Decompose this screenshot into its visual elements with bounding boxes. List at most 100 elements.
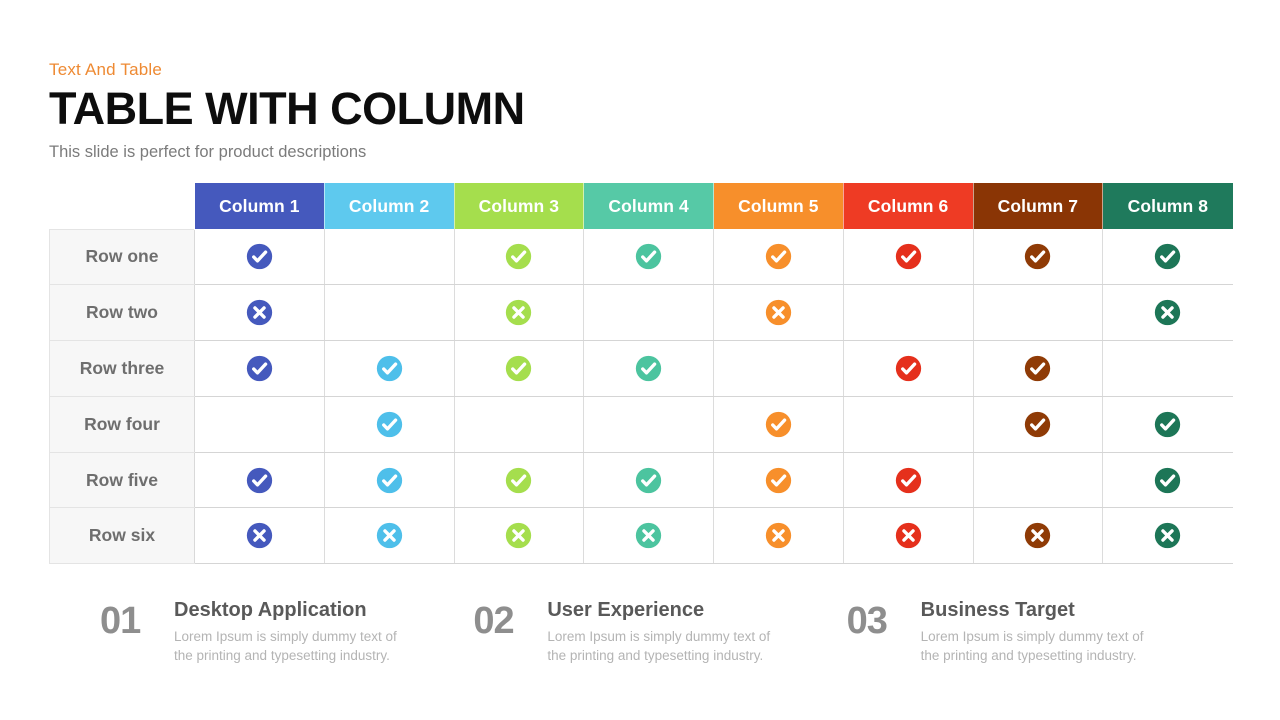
slide-eyebrow: Text And Table (49, 60, 163, 79)
table-cell-r5c6[interactable] (843, 452, 974, 509)
table-cell-r1c2[interactable] (324, 229, 455, 286)
cross-circle-icon[interactable] (505, 522, 532, 549)
check-circle-icon[interactable] (1154, 243, 1181, 270)
check-circle-icon[interactable] (635, 467, 662, 494)
cross-circle-icon[interactable] (895, 522, 922, 549)
cross-circle-icon[interactable] (1024, 522, 1051, 549)
table-cell-r5c1[interactable] (194, 452, 325, 509)
table-cell-r6c7[interactable] (973, 507, 1104, 565)
table-cell-r3c5[interactable] (713, 340, 844, 397)
table-cell-r5c5[interactable] (713, 452, 844, 509)
check-circle-icon[interactable] (376, 411, 403, 438)
table-cell-r1c4[interactable] (583, 229, 714, 286)
cross-circle-icon[interactable] (1154, 522, 1181, 549)
check-circle-icon[interactable] (895, 467, 922, 494)
feature-body-2: Lorem Ipsum is simply dummy text of the … (547, 629, 771, 663)
check-circle-icon[interactable] (1154, 411, 1181, 438)
check-circle-icon[interactable] (246, 243, 273, 270)
table-cell-r2c6[interactable] (843, 284, 974, 342)
table-cell-r1c6[interactable] (843, 229, 974, 286)
check-circle-icon[interactable] (505, 467, 532, 494)
check-circle-icon[interactable] (765, 467, 792, 494)
table-cell-r6c2[interactable] (324, 507, 455, 565)
column-header-5[interactable]: Column 5 (713, 183, 844, 229)
cross-circle-icon[interactable] (765, 299, 792, 326)
column-header-4[interactable]: Column 4 (583, 183, 714, 229)
table-header: Column 1 Column 2 Column 3 Column 4 Column 5… (49, 183, 1233, 229)
table-cell-r4c6[interactable] (843, 396, 974, 453)
column-header-1[interactable]: Column 1 (194, 183, 325, 229)
table-cell-r5c3[interactable] (454, 452, 585, 509)
table-cell-r2c7[interactable] (973, 284, 1104, 342)
table-cell-r3c1[interactable] (194, 340, 325, 397)
check-circle-icon[interactable] (895, 243, 922, 270)
check-circle-icon[interactable] (765, 243, 792, 270)
table-cell-r3c4[interactable] (583, 340, 714, 397)
cross-circle-icon[interactable] (246, 522, 273, 549)
cross-circle-icon[interactable] (246, 299, 273, 326)
table-row: Row six (49, 507, 1233, 565)
feature-body-1: Lorem Ipsum is simply dummy text of the … (174, 629, 397, 663)
table-header-row: Column 1 Column 2 Column 3 Column 4 Column 5… (49, 183, 1233, 229)
check-circle-icon[interactable] (635, 243, 662, 270)
column-header-3[interactable]: Column 3 (453, 183, 584, 229)
table-cell-r4c2[interactable] (324, 396, 455, 453)
table-cell-r1c5[interactable] (713, 229, 844, 286)
table-cell-r3c7[interactable] (973, 340, 1104, 397)
check-circle-icon[interactable] (1024, 411, 1051, 438)
check-circle-icon[interactable] (246, 355, 273, 382)
table-cell-r6c5[interactable] (713, 507, 844, 565)
table-cell-r2c4[interactable] (583, 284, 714, 342)
table-cell-r3c3[interactable] (454, 340, 585, 397)
table-cell-r4c4[interactable] (583, 396, 714, 453)
table-cell-r5c8[interactable] (1102, 452, 1233, 509)
table-cell-r1c3[interactable] (454, 229, 585, 286)
table-cell-r5c4[interactable] (583, 452, 714, 509)
table-cell-r6c8[interactable] (1102, 507, 1233, 565)
table-cell-r4c1[interactable] (194, 396, 325, 453)
table-cell-r3c8[interactable] (1102, 340, 1233, 397)
table-cell-r2c5[interactable] (713, 284, 844, 342)
row-label-5: Row five (49, 451, 195, 509)
check-circle-icon[interactable] (635, 355, 662, 382)
table-cell-r6c6[interactable] (843, 507, 974, 565)
table-cell-r1c1[interactable] (194, 229, 325, 286)
table-cell-r4c5[interactable] (713, 396, 844, 453)
table-cell-r4c8[interactable] (1102, 396, 1233, 453)
slide-canvas: Text And Table TABLE WITH COLUMN This sl… (0, 0, 1280, 720)
table-cell-r2c1[interactable] (194, 284, 325, 342)
table-cell-r3c6[interactable] (843, 340, 974, 397)
column-header-8[interactable]: Column 8 (1102, 183, 1233, 229)
check-circle-icon[interactable] (895, 355, 922, 382)
table-cell-r3c2[interactable] (324, 340, 455, 397)
cross-circle-icon[interactable] (376, 522, 403, 549)
check-circle-icon[interactable] (1024, 243, 1051, 270)
table-cell-r2c2[interactable] (324, 284, 455, 342)
check-circle-icon[interactable] (505, 243, 532, 270)
table-cell-r1c7[interactable] (973, 229, 1104, 286)
check-circle-icon[interactable] (376, 467, 403, 494)
table-cell-r5c2[interactable] (324, 452, 455, 509)
table-cell-r2c8[interactable] (1102, 284, 1233, 342)
table-cell-r6c4[interactable] (583, 507, 714, 565)
check-circle-icon[interactable] (376, 355, 403, 382)
check-circle-icon[interactable] (765, 411, 792, 438)
check-circle-icon[interactable] (1154, 467, 1181, 494)
column-header-6[interactable]: Column 6 (842, 183, 973, 229)
cross-circle-icon[interactable] (505, 299, 532, 326)
check-circle-icon[interactable] (1024, 355, 1051, 382)
table-cell-r2c3[interactable] (454, 284, 585, 342)
check-circle-icon[interactable] (246, 467, 273, 494)
check-circle-icon[interactable] (505, 355, 532, 382)
column-header-2[interactable]: Column 2 (323, 183, 454, 229)
table-cell-r6c1[interactable] (194, 507, 325, 565)
table-cell-r5c7[interactable] (973, 452, 1104, 509)
column-header-7[interactable]: Column 7 (972, 183, 1103, 229)
cross-circle-icon[interactable] (765, 522, 792, 549)
cross-circle-icon[interactable] (1154, 299, 1181, 326)
table-cell-r1c8[interactable] (1102, 229, 1233, 286)
table-cell-r4c7[interactable] (973, 396, 1104, 453)
table-cell-r4c3[interactable] (454, 396, 585, 453)
cross-circle-icon[interactable] (635, 522, 662, 549)
table-cell-r6c3[interactable] (454, 507, 585, 565)
